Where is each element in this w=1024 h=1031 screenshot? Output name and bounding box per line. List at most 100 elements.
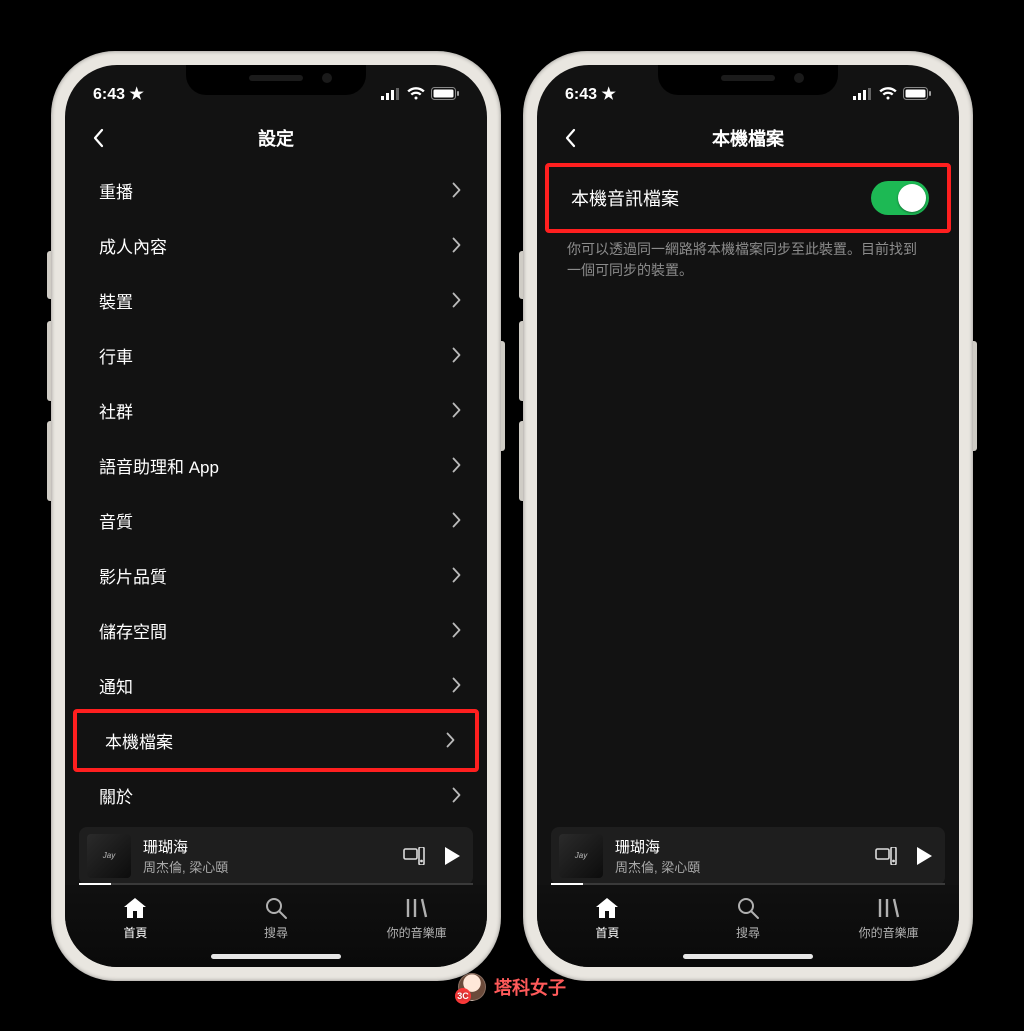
settings-row-label: 行車 [99,343,133,368]
settings-row-label: 關於 [99,783,133,808]
status-right [381,87,459,100]
settings-row-label: 社群 [99,398,133,423]
tab-search-label: 搜尋 [264,924,288,941]
notch [186,65,366,95]
settings-row-label: 重播 [99,178,133,203]
screen-right: 6:43 ★ 本機檔案 本機音訊檔案 [537,65,959,967]
tab-library[interactable]: 你的音樂庫 [818,885,959,953]
search-icon [264,896,288,920]
header-right: 本機檔案 [537,113,959,163]
screen-left: 6:43 ★ 設定 重播成人內容裝置行車社群語音助理和 App 音質影片品質儲存空… [65,65,487,967]
search-icon [736,896,760,920]
chevron-right-icon [452,512,461,528]
phone-frame-right: 6:43 ★ 本機檔案 本機音訊檔案 [523,51,973,981]
watermark-text: 塔科女子 [494,974,566,1000]
phone-frame-left: 6:43 ★ 設定 重播成人內容裝置行車社群語音助理和 App 音質影片品質儲存空… [51,51,501,981]
now-playing-art: Jay [87,834,131,878]
chevron-right-icon [452,677,461,693]
home-icon [594,896,620,920]
settings-row[interactable]: 成人內容 [71,218,481,273]
tab-library[interactable]: 你的音樂庫 [346,885,487,953]
chevron-right-icon [452,292,461,308]
chevron-right-icon [446,732,455,748]
now-playing-art: Jay [559,834,603,878]
settings-row[interactable]: 本機檔案 [77,713,475,768]
settings-row[interactable]: 音質 [71,493,481,548]
devices-icon[interactable] [875,847,897,865]
tab-library-label: 你的音樂庫 [859,924,919,941]
home-indicator [211,954,341,959]
chevron-left-icon [564,128,576,148]
signal-icon [381,88,401,100]
chevron-right-icon [452,347,461,363]
tab-home-label: 首頁 [123,924,147,941]
settings-row[interactable]: 裝置 [71,273,481,328]
play-icon[interactable] [915,846,933,866]
wifi-icon [879,87,897,100]
devices-icon[interactable] [403,847,425,865]
watermark: 3C 塔科女子 [458,973,566,1001]
status-right [853,87,931,100]
settings-row[interactable]: 通知 [71,658,481,713]
settings-row-label: 音質 [99,508,133,533]
settings-row[interactable]: 影片品質 [71,548,481,603]
tab-search-label: 搜尋 [736,924,760,941]
chevron-right-icon [452,237,461,253]
settings-row[interactable]: 社群 [71,383,481,438]
settings-row-label: 語音助理和 App [99,453,219,478]
settings-row[interactable]: 關於 [71,768,481,823]
header-title: 設定 [258,125,294,151]
settings-row-label: 影片品質 [99,563,167,588]
now-playing-text: 珊瑚海 周杰倫, 梁心頤 [615,836,863,876]
battery-icon [431,87,459,100]
status-time: 6:43 ★ [93,84,144,104]
header-left: 設定 [65,113,487,163]
chevron-right-icon [452,567,461,583]
tab-bar: 首頁 搜尋 你的音樂庫 [537,885,959,967]
back-button[interactable] [83,123,113,153]
settings-row-label: 儲存空間 [99,618,167,643]
settings-row-label: 本機檔案 [105,728,173,753]
local-audio-label: 本機音訊檔案 [571,185,679,211]
tab-search[interactable]: 搜尋 [678,885,819,953]
local-audio-toggle[interactable] [871,181,929,215]
home-icon [122,896,148,920]
tab-home[interactable]: 首頁 [65,885,206,953]
tab-home[interactable]: 首頁 [537,885,678,953]
chevron-right-icon [452,622,461,638]
chevron-left-icon [92,128,104,148]
highlight-box: 本機音訊檔案 [545,163,951,233]
watermark-avatar-icon: 3C [458,973,486,1001]
now-playing-title: 珊瑚海 [143,836,391,857]
tab-search[interactable]: 搜尋 [206,885,347,953]
home-indicator [683,954,813,959]
wifi-icon [407,87,425,100]
settings-list[interactable]: 重播成人內容裝置行車社群語音助理和 App 音質影片品質儲存空間通知本機檔案關於 [65,163,487,823]
library-icon [877,896,901,920]
settings-row-label: 裝置 [99,288,133,313]
highlight-box: 本機檔案 [73,709,479,772]
local-audio-description: 你可以透過同一網路將本機檔案同步至此裝置。目前找到一個可同步的裝置。 [543,229,953,292]
settings-row-label: 通知 [99,673,133,698]
now-playing-artist: 周杰倫, 梁心頤 [615,857,863,876]
settings-row[interactable]: 重播 [71,163,481,218]
now-playing-bar[interactable]: Jay 珊瑚海 周杰倫, 梁心頤 [551,827,945,885]
chevron-right-icon [452,182,461,198]
status-time: 6:43 ★ [565,84,616,104]
local-audio-row[interactable]: 本機音訊檔案 [549,167,947,229]
library-icon [405,896,429,920]
signal-icon [853,88,873,100]
settings-row[interactable]: 行車 [71,328,481,383]
settings-row[interactable]: 儲存空間 [71,603,481,658]
header-title: 本機檔案 [712,125,784,151]
settings-row-label: 成人內容 [99,233,167,258]
now-playing-text: 珊瑚海 周杰倫, 梁心頤 [143,836,391,876]
chevron-right-icon [452,787,461,803]
play-icon[interactable] [443,846,461,866]
back-button[interactable] [555,123,585,153]
tab-bar: 首頁 搜尋 你的音樂庫 [65,885,487,967]
tab-home-label: 首頁 [595,924,619,941]
now-playing-bar[interactable]: Jay 珊瑚海 周杰倫, 梁心頤 [79,827,473,885]
battery-icon [903,87,931,100]
settings-row[interactable]: 語音助理和 App [71,438,481,493]
